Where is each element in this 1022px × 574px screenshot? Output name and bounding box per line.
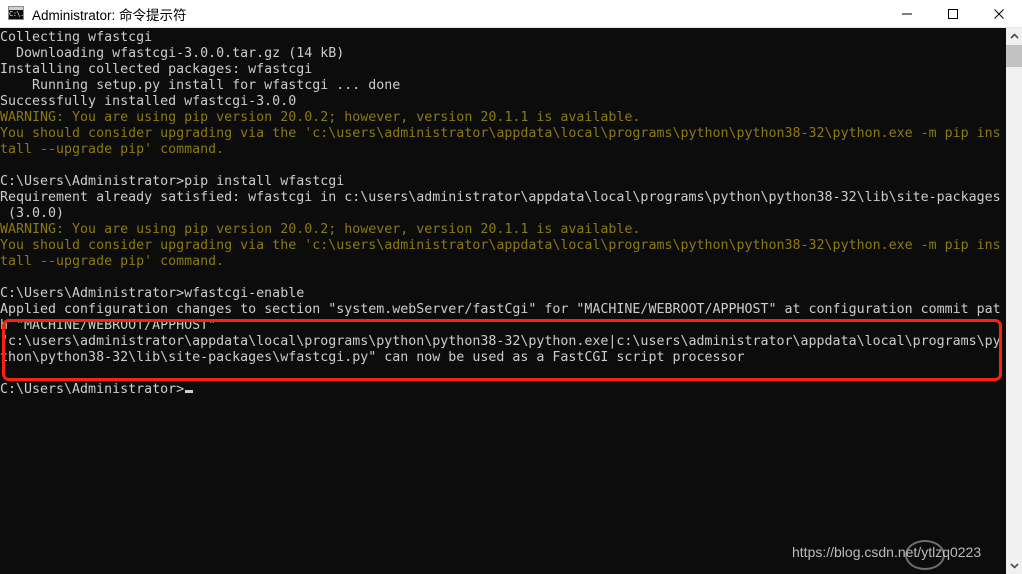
terminal-line: "c:\users\administrator\appdata\local\pr…	[0, 334, 1001, 349]
terminal-line: WARNING: You are using pip version 20.0.…	[0, 110, 641, 125]
terminal-line: (3.0.0)	[0, 206, 65, 221]
minimize-button[interactable]	[884, 0, 930, 28]
terminal-line: You should consider upgrading via the 'c…	[0, 126, 1001, 141]
terminal-line: tall --upgrade pip' command.	[0, 142, 225, 157]
terminal-line: Requirement already satisfied: wfastcgi …	[0, 190, 1001, 205]
terminal-line: thon\python38-32\lib\site-packages\wfast…	[0, 350, 745, 365]
watermark-text: https://blog.csdn.net/ytlzq0223	[792, 544, 982, 560]
command-prompt-window: C:\. Administrator: 命令提示符 Collecting wfa…	[0, 0, 1022, 574]
vertical-scrollbar[interactable]	[1006, 28, 1022, 574]
window-title: Administrator: 命令提示符	[32, 7, 187, 23]
block-cursor	[185, 390, 193, 393]
terminal-output-area[interactable]: Collecting wfastcgi Downloading wfastcgi…	[0, 28, 1006, 574]
terminal-line: Applied configuration changes to section…	[0, 302, 1001, 317]
terminal-line: C:\Users\Administrator>	[0, 382, 185, 397]
terminal-line: C:\Users\Administrator>wfastcgi-enable	[0, 286, 305, 301]
terminal-line: tall --upgrade pip' command.	[0, 254, 225, 269]
close-button[interactable]	[976, 0, 1022, 28]
terminal-lines: Collecting wfastcgi Downloading wfastcgi…	[0, 30, 1001, 398]
console-icon: C:\.	[8, 5, 24, 22]
window-titlebar[interactable]: C:\. Administrator: 命令提示符	[0, 0, 1022, 28]
terminal-line: You should consider upgrading via the 'c…	[0, 238, 1001, 253]
maximize-button[interactable]	[930, 0, 976, 28]
terminal-line: Installing collected packages: wfastcgi	[0, 62, 313, 77]
terminal-line: WARNING: You are using pip version 20.0.…	[0, 222, 641, 237]
terminal-line: Downloading wfastcgi-3.0.0.tar.gz (14 kB…	[0, 46, 345, 61]
scroll-up-arrow-icon[interactable]	[1006, 28, 1022, 45]
terminal-line: Collecting wfastcgi	[0, 30, 153, 45]
terminal-line: C:\Users\Administrator>pip install wfast…	[0, 174, 345, 189]
terminal-line: Successfully installed wfastcgi-3.0.0	[0, 94, 297, 109]
scroll-down-arrow-icon[interactable]	[1006, 557, 1022, 574]
terminal-line: Running setup.py install for wfastcgi ..…	[0, 78, 401, 93]
scrollbar-thumb[interactable]	[1006, 45, 1022, 67]
terminal-line: h "MACHINE/WEBROOT/APPHOST"	[0, 318, 217, 333]
